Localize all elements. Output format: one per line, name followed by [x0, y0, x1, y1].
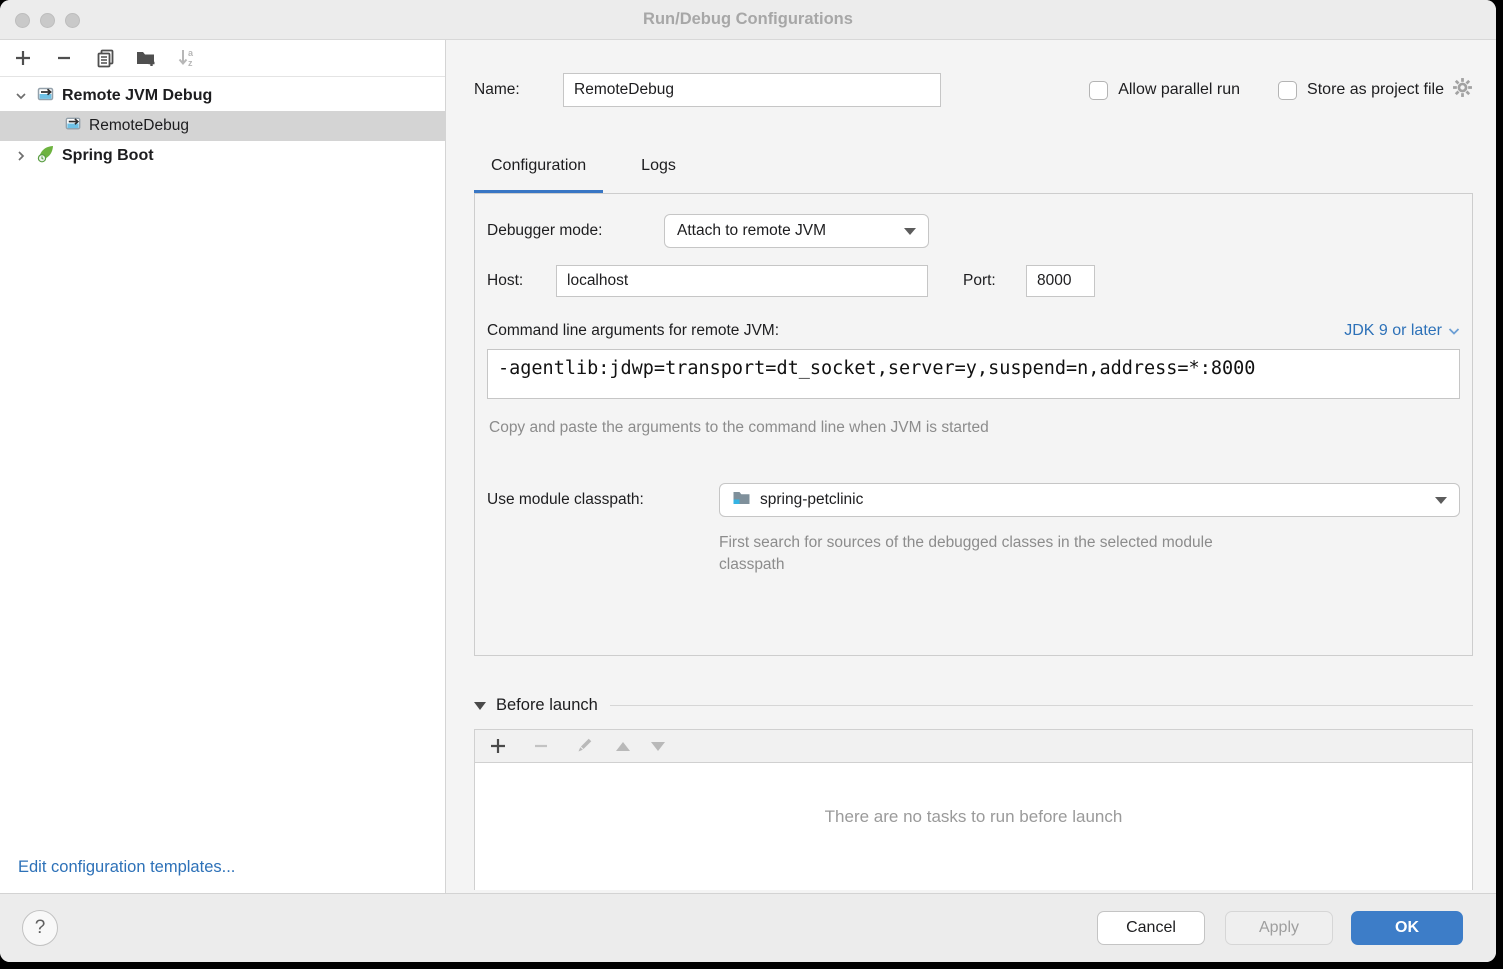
run-options: Allow parallel run Store as project file: [1089, 77, 1473, 103]
tab-logs[interactable]: Logs: [624, 155, 693, 193]
tree-item-label: Remote JVM Debug: [62, 87, 212, 105]
configuration-editor: Name: Allow parallel run Store as projec…: [446, 40, 1496, 893]
ok-button[interactable]: OK: [1351, 911, 1463, 945]
before-launch-task-list: There are no tasks to run before launch: [474, 763, 1473, 890]
editor-tabs: Configuration Logs: [474, 155, 1473, 193]
remove-configuration-button[interactable]: [53, 47, 75, 69]
move-task-down-icon[interactable]: [651, 742, 665, 751]
debugger-mode-row: Debugger mode: Attach to remote JVM: [487, 214, 1460, 248]
tree-item-remotedebug-selected[interactable]: RemoteDebug: [0, 111, 445, 141]
remote-debug-icon: [64, 114, 83, 138]
divider: [610, 705, 1473, 706]
module-classpath-label: Use module classpath:: [487, 491, 719, 509]
module-classpath-help-text: First search for sources of the debugged…: [719, 532, 1224, 576]
svg-text:z: z: [188, 58, 193, 68]
store-as-project-file-checkbox[interactable]: [1278, 81, 1297, 100]
port-input[interactable]: [1026, 265, 1095, 297]
debugger-mode-value: Attach to remote JVM: [677, 222, 826, 240]
run-debug-configurations-dialog: Run/Debug Configurations: [0, 0, 1496, 962]
dialog-footer: ? Cancel Apply OK: [0, 893, 1496, 962]
minimize-window-button[interactable]: [40, 13, 55, 28]
spring-boot-icon: [36, 144, 56, 169]
move-task-up-icon[interactable]: [616, 742, 630, 751]
module-classpath-value: spring-petclinic: [760, 491, 1426, 509]
edit-configuration-templates-link[interactable]: Edit configuration templates...: [18, 858, 235, 877]
jdk-version-value: JDK 9 or later: [1344, 322, 1442, 340]
host-input[interactable]: [556, 265, 928, 297]
collapse-triangle-icon[interactable]: [474, 702, 486, 710]
cmdline-help-text: Copy and paste the arguments to the comm…: [487, 419, 1460, 437]
sort-configurations-icon[interactable]: a z: [176, 47, 198, 69]
sidebar-toolbar: a z: [0, 40, 445, 77]
module-classpath-row: Use module classpath: spring-petclinic: [487, 483, 1460, 517]
tree-item-spring-boot[interactable]: Spring Boot: [0, 141, 445, 171]
empty-tasks-text: There are no tasks to run before launch: [825, 807, 1123, 827]
name-row: Name: Allow parallel run Store as projec…: [474, 73, 1473, 107]
port-label: Port:: [963, 272, 1026, 290]
cmdline-header-row: Command line arguments for remote JVM: J…: [487, 322, 1460, 340]
apply-button[interactable]: Apply: [1225, 911, 1333, 945]
close-window-button[interactable]: [15, 13, 30, 28]
chevron-down-icon[interactable]: [12, 87, 30, 105]
cmdline-label: Command line arguments for remote JVM:: [487, 322, 779, 340]
add-task-button[interactable]: [487, 735, 509, 757]
store-as-project-file-label: Store as project file: [1307, 81, 1444, 99]
new-folder-icon[interactable]: [135, 47, 157, 69]
zoom-window-button[interactable]: [65, 13, 80, 28]
tree-item-label: Spring Boot: [62, 147, 154, 165]
configurations-sidebar: a z: [0, 40, 446, 893]
before-launch-header: Before launch: [474, 696, 1473, 715]
window-title: Run/Debug Configurations: [643, 10, 853, 29]
debugger-mode-label: Debugger mode:: [487, 222, 664, 240]
chevron-right-icon[interactable]: [12, 147, 30, 165]
dropdown-arrow-icon: [1435, 497, 1447, 504]
host-label: Host:: [487, 272, 556, 290]
tab-configuration[interactable]: Configuration: [474, 155, 603, 193]
configuration-panel: Debugger mode: Attach to remote JVM Host…: [474, 193, 1473, 656]
allow-parallel-run-checkbox[interactable]: [1089, 81, 1108, 100]
add-configuration-button[interactable]: [12, 47, 34, 69]
remote-debug-icon: [36, 84, 56, 109]
remove-task-button[interactable]: [530, 735, 552, 757]
cancel-button[interactable]: Cancel: [1097, 911, 1205, 945]
gear-icon[interactable]: [1452, 77, 1473, 103]
help-button[interactable]: ?: [22, 910, 58, 946]
module-classpath-select[interactable]: spring-petclinic: [719, 483, 1460, 517]
before-launch-title: Before launch: [496, 696, 598, 715]
tree-item-remote-jvm-debug[interactable]: Remote JVM Debug: [0, 81, 445, 111]
debugger-mode-select[interactable]: Attach to remote JVM: [664, 214, 929, 248]
title-bar: Run/Debug Configurations: [0, 0, 1496, 40]
dropdown-arrow-icon: [904, 228, 916, 235]
before-launch-toolbar: [474, 729, 1473, 763]
name-input[interactable]: [563, 73, 941, 107]
tree-item-label: RemoteDebug: [89, 117, 189, 135]
window-controls: [15, 13, 80, 28]
svg-text:a: a: [188, 48, 194, 58]
name-label: Name:: [474, 81, 563, 99]
jdk-version-select[interactable]: JDK 9 or later: [1344, 322, 1460, 340]
edit-task-pencil-icon[interactable]: [573, 735, 595, 757]
host-port-row: Host: Port:: [487, 265, 1460, 297]
chevron-down-icon: [1448, 327, 1460, 336]
copy-configuration-icon[interactable]: [94, 47, 116, 69]
cmdline-arguments-input[interactable]: -agentlib:jdwp=transport=dt_socket,serve…: [487, 349, 1460, 399]
configurations-tree: Remote JVM Debug RemoteDebug: [0, 77, 445, 171]
module-folder-icon: [732, 488, 751, 512]
allow-parallel-run-label: Allow parallel run: [1118, 81, 1240, 99]
